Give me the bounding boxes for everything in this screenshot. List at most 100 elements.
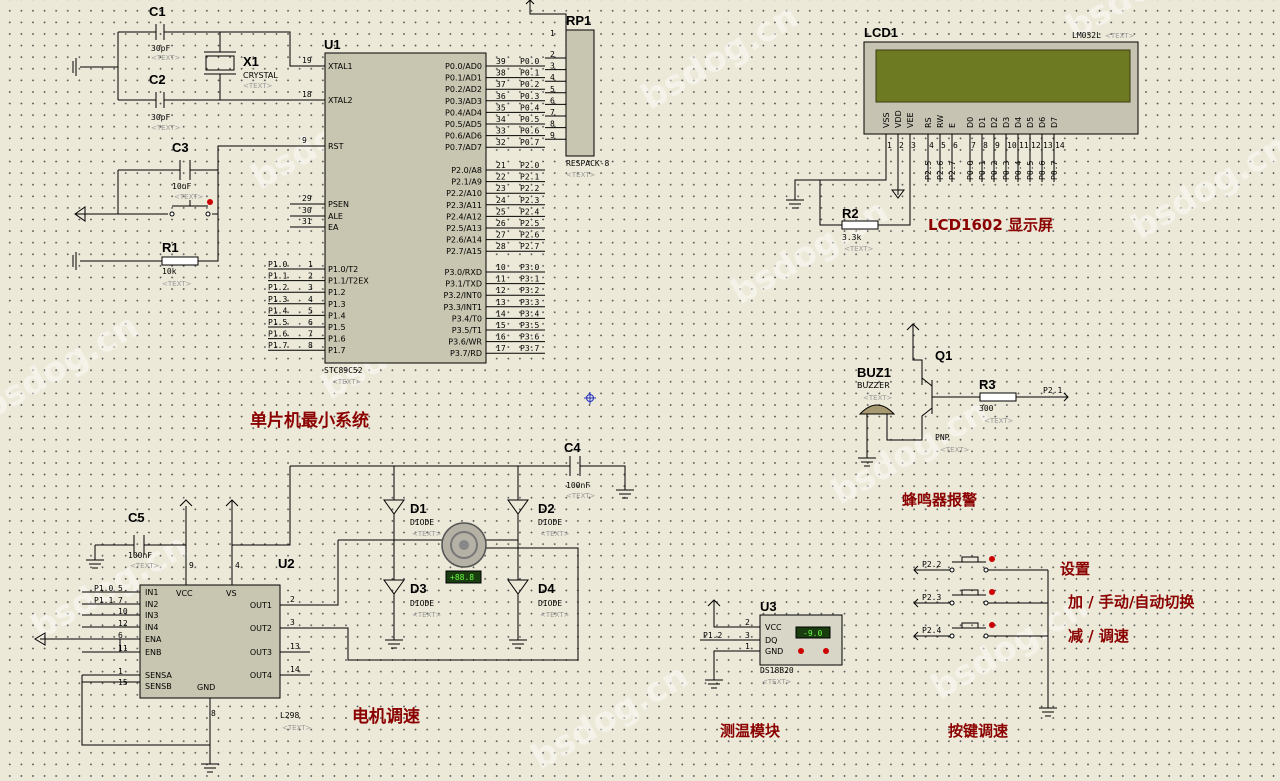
watermark: bsdog.cn: [1060, 0, 1231, 48]
u1-pin-number: 36: [496, 92, 506, 101]
u1-pin-name: PSEN: [328, 200, 349, 209]
net-label: P3.5: [520, 321, 539, 330]
u1-pin-number: 10: [496, 263, 506, 272]
u2-pin-number: 1: [118, 667, 123, 676]
lcd-pin-name: D3: [1002, 117, 1011, 128]
r1-ref: R1: [162, 240, 179, 255]
u1-pin-name: P1.4: [328, 311, 346, 320]
net-label: P3.7: [520, 344, 539, 353]
u1-pin-number: 9: [302, 136, 307, 145]
ds18b20-display: -9.0: [803, 629, 822, 638]
net-label: P0.6: [1038, 161, 1047, 180]
u1-pin-name: P2.6/A14: [446, 236, 482, 245]
net-label: P0.4: [520, 103, 539, 112]
d3-value: DIODE: [410, 599, 434, 608]
u2-gnd-pin: 8: [211, 709, 216, 718]
rp1-pin-number: 5: [550, 85, 555, 94]
push-button[interactable]: P2.2 设置: [913, 556, 1090, 578]
rp1-pin-number: 7: [550, 108, 555, 117]
u2-pin-name: SENSB: [145, 682, 172, 691]
text-tag: <TEXT>: [762, 678, 792, 686]
text-tag: <TEXT>: [940, 446, 970, 454]
text-tag: <TEXT>: [540, 611, 570, 619]
u1-pin-number: 15: [496, 321, 506, 330]
net-label: P3.4: [520, 309, 539, 318]
u2-ref: U2: [278, 556, 295, 571]
u1-pin-name: P1.3: [328, 300, 346, 309]
button-contact: [949, 600, 955, 606]
u1-pin-number: 24: [496, 196, 506, 205]
ds18b20-sensor[interactable]: -9.0 U3 DS18B20 <TEXT> 2 VCC 3 DQ P1.2 1 GND: [700, 599, 843, 689]
schematic-sheet[interactable]: bsdog.cn bsdog.cn bsdog.cn bsdog.cn bsdo…: [0, 0, 1280, 781]
c5-ref: C5: [128, 510, 145, 525]
u1-pin-number: 30: [302, 206, 312, 215]
u3-pin-name: GND: [765, 647, 783, 656]
q1-value: PNP: [935, 433, 950, 442]
c3-ref: C3: [172, 140, 189, 155]
rp1-pin-number: 9: [550, 131, 555, 140]
u1-pin-name: P0.3/AD3: [445, 97, 482, 106]
u1-pin-name: P2.2/A10: [446, 189, 482, 198]
u1-pin-number: 38: [496, 69, 506, 78]
u1-pin-name: P2.7/A15: [446, 247, 482, 256]
net-label: P2.6: [520, 231, 539, 240]
net-label: P3.2: [520, 286, 539, 295]
u2-pin-name: IN4: [145, 623, 158, 632]
u1-pin-name: P2.4/A12: [446, 212, 482, 221]
u2-pin-name: IN2: [145, 600, 158, 609]
net-label: P1.5: [268, 318, 287, 327]
lcd-pin-number: 2: [899, 141, 904, 150]
net-label: P2.5: [924, 161, 933, 180]
watermark: bsdog.cn: [635, 0, 806, 118]
motor-driver-circuit[interactable]: C4 100nF <TEXT> C5 100nF <TEXT> D1 DIODE…: [34, 440, 634, 773]
net-label: P0.5: [520, 115, 539, 124]
u2-vs-pin: 4: [235, 561, 240, 570]
u1-pin-name: P0.6/AD6: [445, 132, 482, 141]
u1-pin-number: 27: [496, 231, 506, 240]
button-contact: [983, 567, 989, 573]
u2-pin-number: 6: [118, 631, 123, 640]
u2-pin-number: 7: [118, 596, 123, 605]
u1-pin-name: P1.0/T2: [328, 265, 358, 274]
lcd-pin-number: 7: [971, 141, 976, 150]
net-label: P3.6: [520, 333, 539, 342]
u2-pin-number: 15: [118, 678, 128, 687]
u1-pin-number: 25: [496, 207, 506, 216]
u1-pin-name: P2.3/A11: [446, 201, 482, 210]
lcd-pin-number: 11: [1019, 141, 1029, 150]
u3-pin-number: 1: [745, 642, 750, 651]
u1-pin-name: P1.2: [328, 288, 346, 297]
d4-ref: D4: [538, 581, 555, 596]
u1-pin-name: P0.5/AD5: [445, 120, 482, 129]
u1-pin-name: P0.4/AD4: [445, 108, 482, 117]
button-indicator: [989, 589, 995, 595]
u1-pin-number: 13: [496, 298, 506, 307]
u1-pin-name: P3.3/INT1: [443, 303, 482, 312]
u1-chip[interactable]: U1 STC89C52 <TEXT> 19XTAL118XTAL29RST29P…: [268, 37, 545, 386]
u1-pin-name: P0.7/AD7: [445, 143, 482, 152]
net-label: P2.7: [520, 242, 539, 251]
u2-pin-number: 2: [290, 595, 295, 604]
watermark: bsdog.cn: [0, 306, 145, 428]
q1-ref: Q1: [935, 348, 952, 363]
c5-value: 100nF: [128, 551, 152, 560]
u1-pin-name: P1.1/T2EX: [328, 277, 369, 286]
net-label: P2.2: [520, 184, 539, 193]
u2-pin-number: 11: [118, 644, 128, 653]
u2-pin-name: IN1: [145, 588, 158, 597]
net-label: P0.2: [990, 161, 999, 180]
rp1-pin-number: 2: [550, 50, 555, 59]
r2-ref: R2: [842, 206, 859, 221]
lcd-pin-name: D4: [1014, 117, 1023, 128]
lcd-pin-name: D1: [978, 117, 987, 128]
u1-pin-number: 8: [308, 341, 313, 350]
lcd-pin-number: 3: [911, 141, 916, 150]
net-label: P1.6: [268, 330, 287, 339]
u1-pin-name: P3.1/TXD: [445, 280, 482, 289]
watermark: bsdog.cn: [525, 656, 696, 778]
text-tag: <TEXT>: [151, 124, 181, 132]
u3-pin-number: 2: [745, 618, 750, 627]
button-contact: [949, 633, 955, 639]
net-label: P2.7: [948, 161, 957, 180]
d4-value: DIODE: [538, 599, 562, 608]
